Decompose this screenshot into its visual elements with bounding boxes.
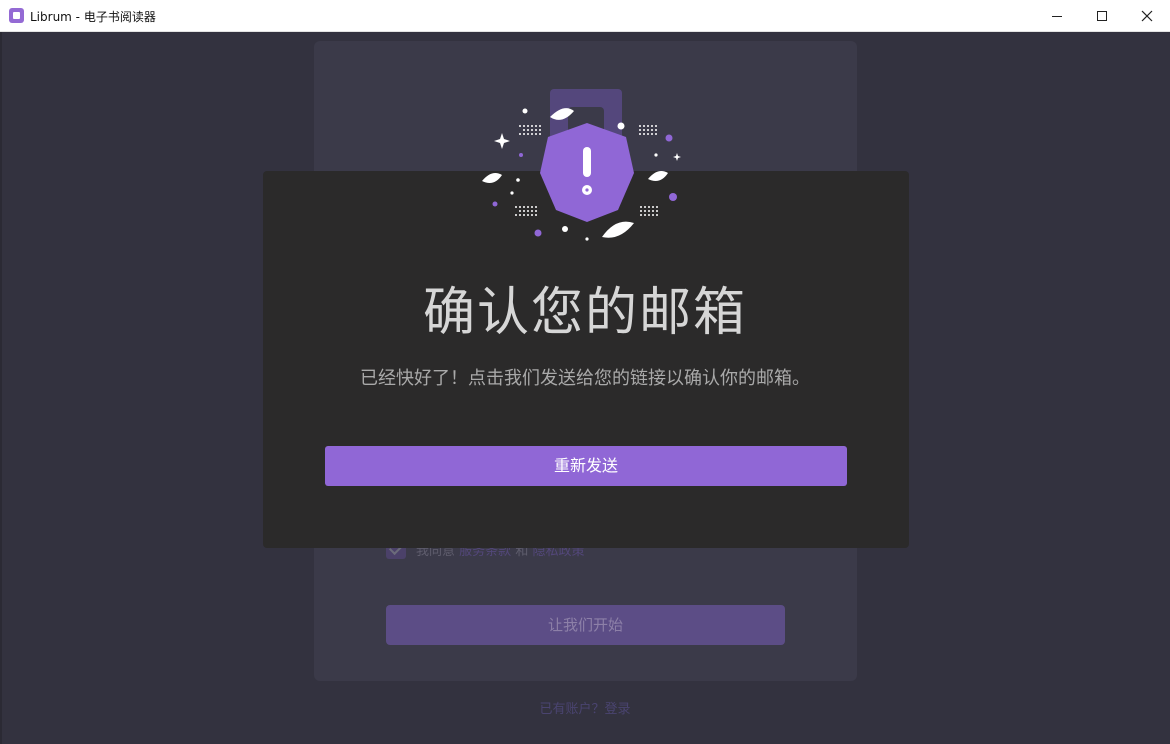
- dialog-title: 确认您的邮箱: [422, 283, 747, 343]
- close-icon: [1141, 10, 1153, 22]
- warning-hexagon-icon: [482, 108, 681, 241]
- dialog-description: 已经快好了！点击我们发送给您的链接以确认你的邮箱。: [360, 368, 810, 389]
- maximize-button[interactable]: [1079, 0, 1125, 32]
- close-button[interactable]: [1124, 0, 1170, 32]
- window-titlebar: Librum - 电子书阅读器: [0, 0, 1170, 32]
- window-title: Librum - 电子书阅读器: [30, 10, 156, 24]
- minimize-button[interactable]: [1034, 0, 1080, 32]
- resend-button[interactable]: 重新发送: [325, 446, 847, 486]
- minimize-icon: [1052, 16, 1062, 17]
- start-button[interactable]: 让我们开始: [386, 605, 785, 645]
- maximize-icon: [1097, 11, 1107, 21]
- login-link[interactable]: 已有账户？登录: [0, 698, 1170, 717]
- librum-app-icon: [9, 8, 24, 23]
